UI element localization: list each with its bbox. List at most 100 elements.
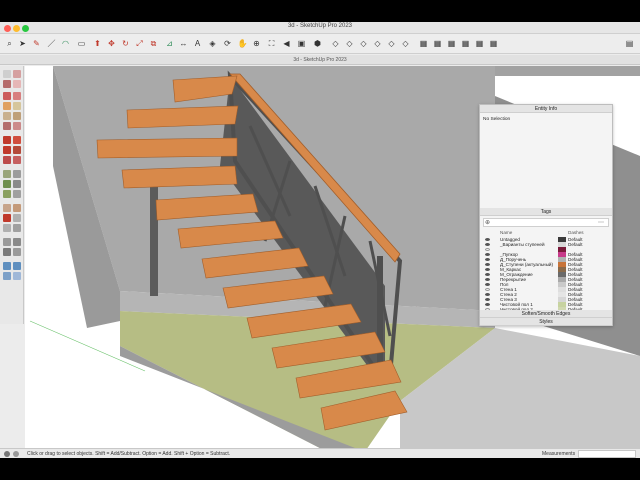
measurements-input[interactable] — [578, 450, 636, 458]
line-icon[interactable] — [3, 92, 11, 100]
look-around-icon[interactable] — [3, 248, 11, 256]
eraser-icon[interactable] — [13, 80, 21, 88]
arc-icon[interactable] — [3, 122, 11, 130]
pan-icon[interactable] — [13, 204, 21, 212]
solid-tools-icon[interactable] — [13, 272, 21, 280]
axes-icon[interactable] — [3, 190, 11, 198]
tread-3 — [96, 137, 238, 159]
eye-icon[interactable] — [485, 263, 490, 266]
circle-icon[interactable] — [3, 112, 11, 120]
xray-style-icon[interactable]: ▦ — [418, 38, 429, 49]
eye-icon[interactable] — [485, 288, 490, 291]
tags-header[interactable]: Tags — [480, 208, 612, 216]
follow-me-icon[interactable] — [13, 146, 21, 154]
eye-icon[interactable] — [485, 273, 490, 276]
section-cuts-icon[interactable] — [13, 262, 21, 270]
arc-tool-icon[interactable]: ◠ — [60, 38, 71, 49]
eraser-icon[interactable]: ✎ — [31, 38, 42, 49]
soften-edges-header[interactable]: Soften/Smooth Edges — [480, 310, 612, 318]
paint-bucket-icon[interactable]: ◈ — [207, 38, 218, 49]
right-view-icon[interactable]: ◇ — [372, 38, 383, 49]
move-icon[interactable] — [3, 136, 11, 144]
position-camera-icon[interactable] — [3, 238, 11, 246]
section-fill-icon[interactable] — [3, 272, 11, 280]
shaded-style-icon[interactable]: ▦ — [460, 38, 471, 49]
rectangle-icon[interactable] — [3, 102, 11, 110]
section-plane-icon[interactable] — [13, 248, 21, 256]
monochrome-style-icon[interactable]: ▦ — [488, 38, 499, 49]
rotate-icon[interactable] — [3, 146, 11, 154]
previous-icon[interactable] — [13, 224, 21, 232]
zoom-extents-icon[interactable] — [3, 224, 11, 232]
select-icon[interactable] — [3, 70, 11, 78]
zoom-extents-icon[interactable]: ⛶ — [266, 38, 277, 49]
scale-tool-icon[interactable]: ⤢ — [134, 38, 145, 49]
3d-text-icon[interactable] — [13, 190, 21, 198]
top-view-icon[interactable]: ◇ — [344, 38, 355, 49]
pan-icon[interactable]: ✋ — [237, 38, 248, 49]
eye-icon[interactable] — [485, 283, 490, 286]
protractor-icon[interactable] — [3, 180, 11, 188]
rotate-tool-icon[interactable]: ↻ — [120, 38, 131, 49]
pie-icon[interactable] — [13, 122, 21, 130]
eye-icon[interactable] — [485, 238, 490, 241]
scale-icon[interactable] — [3, 156, 11, 164]
push-pull-icon[interactable]: ⬆ — [92, 38, 103, 49]
left-view-icon[interactable]: ◇ — [400, 38, 411, 49]
geo-icon[interactable] — [13, 451, 19, 457]
dimension-icon[interactable] — [13, 170, 21, 178]
shape-tool-icon[interactable]: ▭ — [76, 38, 87, 49]
tags-search-field[interactable] — [483, 218, 609, 227]
search-icon[interactable]: ⌕ — [4, 38, 15, 49]
textured-style-icon[interactable]: ▦ — [474, 38, 485, 49]
eye-icon[interactable] — [485, 268, 490, 271]
freehand-icon[interactable] — [13, 92, 21, 100]
entity-info-header[interactable]: Entity Info — [480, 105, 612, 113]
extension-icon[interactable]: ⬢ — [312, 38, 323, 49]
eye-icon[interactable] — [485, 248, 490, 251]
front-view-icon[interactable]: ◇ — [358, 38, 369, 49]
wireframe-style-icon[interactable]: ▦ — [432, 38, 443, 49]
zoom-icon[interactable]: ⊕ — [251, 38, 262, 49]
polygon-icon[interactable] — [13, 112, 21, 120]
entity-info-selection: No Selection — [483, 117, 511, 122]
push-pull-icon[interactable] — [13, 136, 21, 144]
tape-icon[interactable] — [3, 170, 11, 178]
document-tab[interactable]: 3d - SketchUp Pro 2023 — [0, 55, 640, 65]
iso-view-icon[interactable]: ◇ — [330, 38, 341, 49]
eye-icon[interactable] — [485, 298, 490, 301]
zoom-window-icon[interactable] — [13, 214, 21, 222]
add-tag-icon[interactable]: ⊕ — [485, 219, 490, 226]
toggle-panels-icon[interactable]: ▤ — [624, 38, 635, 49]
text-tool-icon[interactable]: A — [192, 38, 203, 49]
component-icon[interactable] — [13, 70, 21, 78]
eye-icon[interactable] — [485, 258, 490, 261]
dimension-icon[interactable]: ↔ — [178, 38, 189, 49]
offset-tool-icon[interactable]: ⧉ — [148, 38, 159, 49]
zoom-icon[interactable] — [3, 214, 11, 222]
move-tool-icon[interactable]: ✥ — [106, 38, 117, 49]
eye-icon[interactable] — [485, 278, 490, 281]
eye-icon[interactable] — [485, 303, 490, 306]
tag-details-icon[interactable]: ⋯ — [598, 219, 604, 226]
select-tool-icon[interactable]: ➤ — [17, 38, 28, 49]
info-icon[interactable] — [4, 451, 10, 457]
line-tool-icon[interactable]: ／ — [46, 38, 57, 49]
text-icon[interactable] — [13, 180, 21, 188]
walk-icon[interactable] — [13, 238, 21, 246]
eye-icon[interactable] — [485, 293, 490, 296]
eye-icon[interactable] — [485, 253, 490, 256]
back-view-icon[interactable]: ◇ — [386, 38, 397, 49]
hidden-line-style-icon[interactable]: ▦ — [446, 38, 457, 49]
offset-icon[interactable] — [13, 156, 21, 164]
previous-view-icon[interactable]: ◀ — [281, 38, 292, 49]
tape-measure-icon[interactable]: ⊿ — [164, 38, 175, 49]
rotated-rectangle-icon[interactable] — [13, 102, 21, 110]
orbit-icon[interactable]: ⟳ — [222, 38, 233, 49]
paint-icon[interactable] — [3, 80, 11, 88]
orbit-icon[interactable] — [3, 204, 11, 212]
display-section-icon[interactable] — [3, 262, 11, 270]
warehouse-icon[interactable]: ▣ — [296, 38, 307, 49]
eye-icon[interactable] — [485, 243, 490, 246]
styles-header[interactable]: Styles — [480, 318, 612, 326]
